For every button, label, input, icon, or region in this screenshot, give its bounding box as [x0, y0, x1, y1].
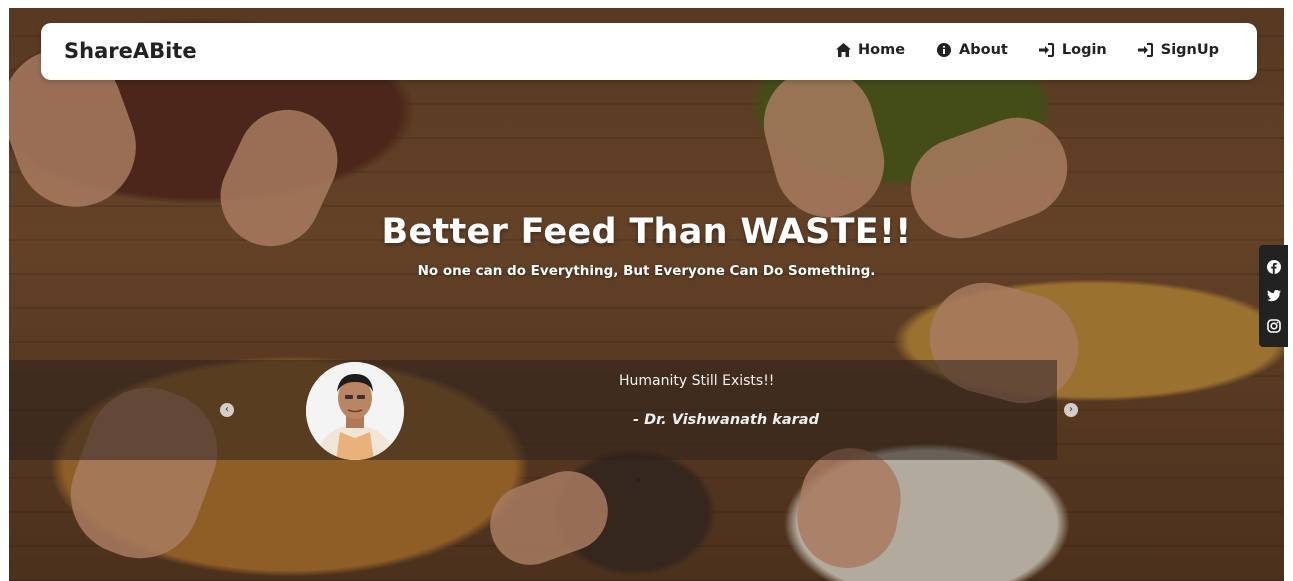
- testimonial-carousel: [9, 360, 1057, 460]
- hero-overlay: [9, 8, 1284, 581]
- testimonial-quote: Humanity Still Exists!!: [619, 373, 775, 389]
- instagram-icon[interactable]: [1266, 318, 1282, 334]
- nav-home-label: Home: [858, 42, 906, 58]
- hero-background: [9, 8, 1284, 581]
- nav-signup-link[interactable]: SignUp: [1138, 42, 1219, 58]
- nav-links: Home About Login SignUp: [835, 42, 1219, 58]
- chevron-left-icon: ‹: [225, 404, 229, 415]
- hero-title: Better Feed Than WASTE!!: [381, 212, 912, 252]
- nav-signup-label: SignUp: [1160, 42, 1220, 58]
- hero-subtitle: No one can do Everything, But Everyone C…: [417, 263, 876, 279]
- nav-login-label: Login: [1061, 42, 1107, 58]
- twitter-icon[interactable]: [1266, 288, 1282, 304]
- carousel-next-button[interactable]: ›: [1064, 403, 1078, 417]
- carousel-prev-button[interactable]: ‹: [220, 403, 234, 417]
- social-sidebar: [1259, 245, 1288, 347]
- facebook-icon[interactable]: [1266, 259, 1282, 275]
- testimonial-avatar: [306, 362, 404, 460]
- nav-about-label: About: [959, 42, 1008, 58]
- info-icon: [936, 42, 952, 58]
- nav-about-link[interactable]: About: [936, 42, 1008, 58]
- chevron-right-icon: ›: [1069, 404, 1073, 415]
- testimonial-author: - Dr. Vishwanath karad: [633, 412, 819, 428]
- sign-in-icon: [1138, 42, 1154, 58]
- navbar: ShareABite Home About Login SignUp: [41, 23, 1257, 80]
- nav-home-link[interactable]: Home: [835, 42, 905, 58]
- nav-login-link[interactable]: Login: [1039, 42, 1107, 58]
- brand-logo[interactable]: ShareABite: [64, 39, 197, 63]
- carousel-indicator[interactable]: [636, 478, 640, 482]
- home-icon: [835, 42, 851, 58]
- sign-in-icon: [1039, 42, 1055, 58]
